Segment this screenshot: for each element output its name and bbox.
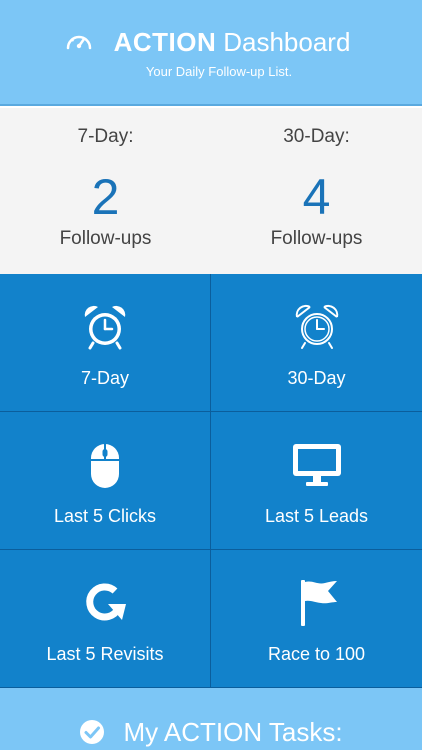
tile-label: 30-Day [287,368,346,388]
tile-last-5-leads[interactable]: Last 5 Leads [211,412,422,550]
header-title-row: ACTION Dashboard [0,24,422,60]
app-title-light: Dashboard [223,26,351,57]
stat-30-day: 30-Day: 4 Follow-ups [211,108,422,274]
stat-7-day: 7-Day: 2 Follow-ups [0,108,211,274]
stat-unit: Follow-ups [270,228,363,249]
stat-value: 2 [91,169,120,225]
app-subtitle: Your Daily Follow-up List. [145,64,293,79]
tile-race-to-100[interactable]: Race to 100 [211,550,422,688]
tile-label: Last 5 Clicks [53,506,157,526]
tile-label: Last 5 Revisits [46,644,164,664]
tile-label: Race to 100 [267,644,366,664]
app-title-bold: ACTION [113,26,217,57]
action-tasks-label: My ACTION Tasks: [123,716,343,747]
alarm-clock-icon [84,305,126,350]
flag-icon [300,580,337,626]
tile-7-day[interactable]: 7-Day [0,274,211,412]
tile-label: Last 5 Leads [264,506,369,526]
mouse-icon [91,444,119,488]
action-grid: 7-Day 30-Day Last 5 Clicks Last 5 Leads … [0,274,422,688]
stat-label: 7-Day: [77,126,134,147]
tile-last-5-revisits[interactable]: Last 5 Revisits [0,550,211,688]
gauge-icon [66,35,91,50]
monitor-icon [292,444,341,486]
tile-30-day[interactable]: 30-Day [211,274,422,412]
tile-label: 7-Day [80,368,129,388]
check-circle-icon [80,720,105,744]
stat-value: 4 [302,169,331,225]
stat-unit: Follow-ups [59,228,152,249]
action-tasks-bar[interactable]: My ACTION Tasks: [0,688,422,750]
refresh-icon [86,583,126,621]
stats-panel: 7-Day: 2 Follow-ups 30-Day: 4 Follow-ups [0,108,422,274]
alarm-clock-outline-icon [295,304,338,349]
stat-label: 30-Day: [283,126,350,147]
tile-last-5-clicks[interactable]: Last 5 Clicks [0,412,211,550]
app-header: ACTION Dashboard Your Daily Follow-up Li… [0,0,422,106]
